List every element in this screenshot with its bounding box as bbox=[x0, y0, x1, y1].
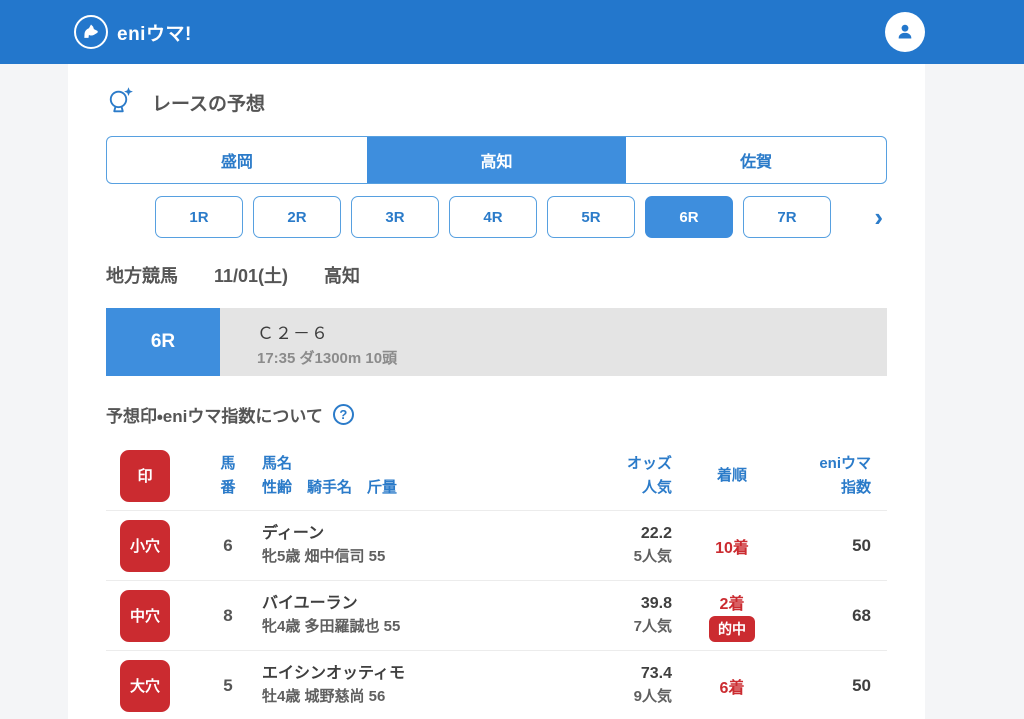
col-header-index: eniウマ 指数 bbox=[792, 452, 887, 499]
col-header-number: 馬 番 bbox=[194, 452, 262, 499]
venue-tabs: 盛岡高知佐賀 bbox=[106, 136, 887, 184]
finish-position: 6着 bbox=[720, 674, 745, 698]
race-tab-3R[interactable]: 3R bbox=[351, 196, 439, 238]
eniuma-index: 50 bbox=[792, 676, 887, 696]
help-icon[interactable]: ? bbox=[333, 404, 354, 425]
mark-badge: 大穴 bbox=[120, 660, 170, 712]
section-head: レースの予想 bbox=[106, 82, 887, 122]
popularity: 7人気 bbox=[482, 616, 672, 639]
col-header-odds: オッズ 人気 bbox=[482, 452, 672, 499]
prediction-table: 印 馬 番 馬名 性齢 騎手名 斤量 オッズ 人気 着順 eniウマ 指数 小穴… bbox=[106, 441, 887, 719]
table-row: 中穴 8バイユーラン牝4歳 多田羅誠也 5539.87人気 2着的中 68 bbox=[106, 581, 887, 651]
user-avatar-button[interactable] bbox=[885, 12, 925, 52]
horse-number: 8 bbox=[194, 606, 262, 626]
meta-date: 11/01(土) bbox=[214, 262, 288, 288]
race-number-badge: 6R bbox=[106, 308, 220, 376]
race-tab-2R[interactable]: 2R bbox=[253, 196, 341, 238]
race-banner[interactable]: 6R Ｃ２－６ 17:35 ダ1300m 10頭 bbox=[106, 308, 887, 376]
logo-text: eniウマ! bbox=[117, 19, 192, 46]
odds-value: 73.4 bbox=[482, 662, 672, 686]
table-header-row: 印 馬 番 馬名 性齢 騎手名 斤量 オッズ 人気 着順 eniウマ 指数 bbox=[106, 441, 887, 511]
meta-category: 地方競馬 bbox=[106, 262, 178, 288]
finish-position: 2着 bbox=[720, 590, 745, 614]
prediction-table-body: 小穴 6ディーン牝5歳 畑中信司 5522.25人気 10着 50 中穴 8バイユーラン牝… bbox=[106, 511, 887, 719]
horse-name: ディーン bbox=[262, 522, 482, 546]
venue-tab-1[interactable]: 盛岡 bbox=[107, 137, 367, 183]
person-icon bbox=[893, 20, 917, 44]
horse-name: バイユーラン bbox=[262, 592, 482, 616]
popularity: 9人気 bbox=[482, 686, 672, 709]
horse-detail: 牝4歳 多田羅誠也 55 bbox=[262, 616, 482, 639]
mark-header-badge: 印 bbox=[120, 450, 170, 502]
horse-logo-icon bbox=[74, 15, 108, 49]
finish-position: 10着 bbox=[715, 534, 749, 558]
about-link-label: 予想印・eniウマ指数について bbox=[106, 402, 323, 427]
odds-value: 22.2 bbox=[482, 522, 672, 546]
horse-detail: 牡4歳 城野慈尚 56 bbox=[262, 686, 482, 709]
meta-venue: 高知 bbox=[324, 262, 360, 288]
venue-tab-3[interactable]: 佐賀 bbox=[626, 137, 886, 183]
eniuma-index: 68 bbox=[792, 606, 887, 626]
crystal-ball-icon bbox=[106, 85, 136, 120]
mark-badge: 小穴 bbox=[120, 520, 170, 572]
content-card: レースの予想 盛岡高知佐賀 1R2R3R4R5R6R7R› 地方競馬 11/01… bbox=[68, 64, 925, 719]
horse-detail: 牝5歳 畑中信司 55 bbox=[262, 546, 482, 569]
col-header-name: 馬名 性齢 騎手名 斤量 bbox=[262, 452, 482, 499]
race-tab-1R[interactable]: 1R bbox=[155, 196, 243, 238]
table-row: 小穴 6ディーン牝5歳 畑中信司 5522.25人気 10着 50 bbox=[106, 511, 887, 581]
race-meta: 地方競馬 11/01(土) 高知 bbox=[106, 262, 887, 288]
race-tab-4R[interactable]: 4R bbox=[449, 196, 537, 238]
next-races-chevron-icon[interactable]: › bbox=[874, 204, 883, 230]
eniuma-index: 50 bbox=[792, 536, 887, 556]
race-tab-6R[interactable]: 6R bbox=[645, 196, 733, 238]
race-tab-7R[interactable]: 7R bbox=[743, 196, 831, 238]
horse-number: 6 bbox=[194, 536, 262, 556]
race-class: Ｃ２－６ bbox=[257, 319, 397, 344]
race-tab-5R[interactable]: 5R bbox=[547, 196, 635, 238]
app-logo[interactable]: eniウマ! bbox=[68, 15, 192, 49]
page-title: レースの予想 bbox=[152, 89, 265, 116]
popularity: 5人気 bbox=[482, 546, 672, 569]
venue-tab-2[interactable]: 高知 bbox=[367, 137, 627, 183]
odds-value: 39.8 bbox=[482, 592, 672, 616]
race-tabs: 1R2R3R4R5R6R7R › bbox=[106, 196, 887, 238]
mark-badge: 中穴 bbox=[120, 590, 170, 642]
table-row: 大穴 5エイシンオッティモ牡4歳 城野慈尚 5673.49人気 6着 50 bbox=[106, 651, 887, 719]
horse-name: エイシンオッティモ bbox=[262, 662, 482, 686]
about-link[interactable]: 予想印・eniウマ指数について ? bbox=[106, 402, 887, 427]
app-header: eniウマ! bbox=[0, 0, 1024, 64]
col-header-result: 着順 bbox=[672, 464, 792, 487]
race-info: 17:35 ダ1300m 10頭 bbox=[257, 347, 397, 368]
horse-number: 5 bbox=[194, 676, 262, 696]
hit-badge: 的中 bbox=[709, 616, 755, 642]
